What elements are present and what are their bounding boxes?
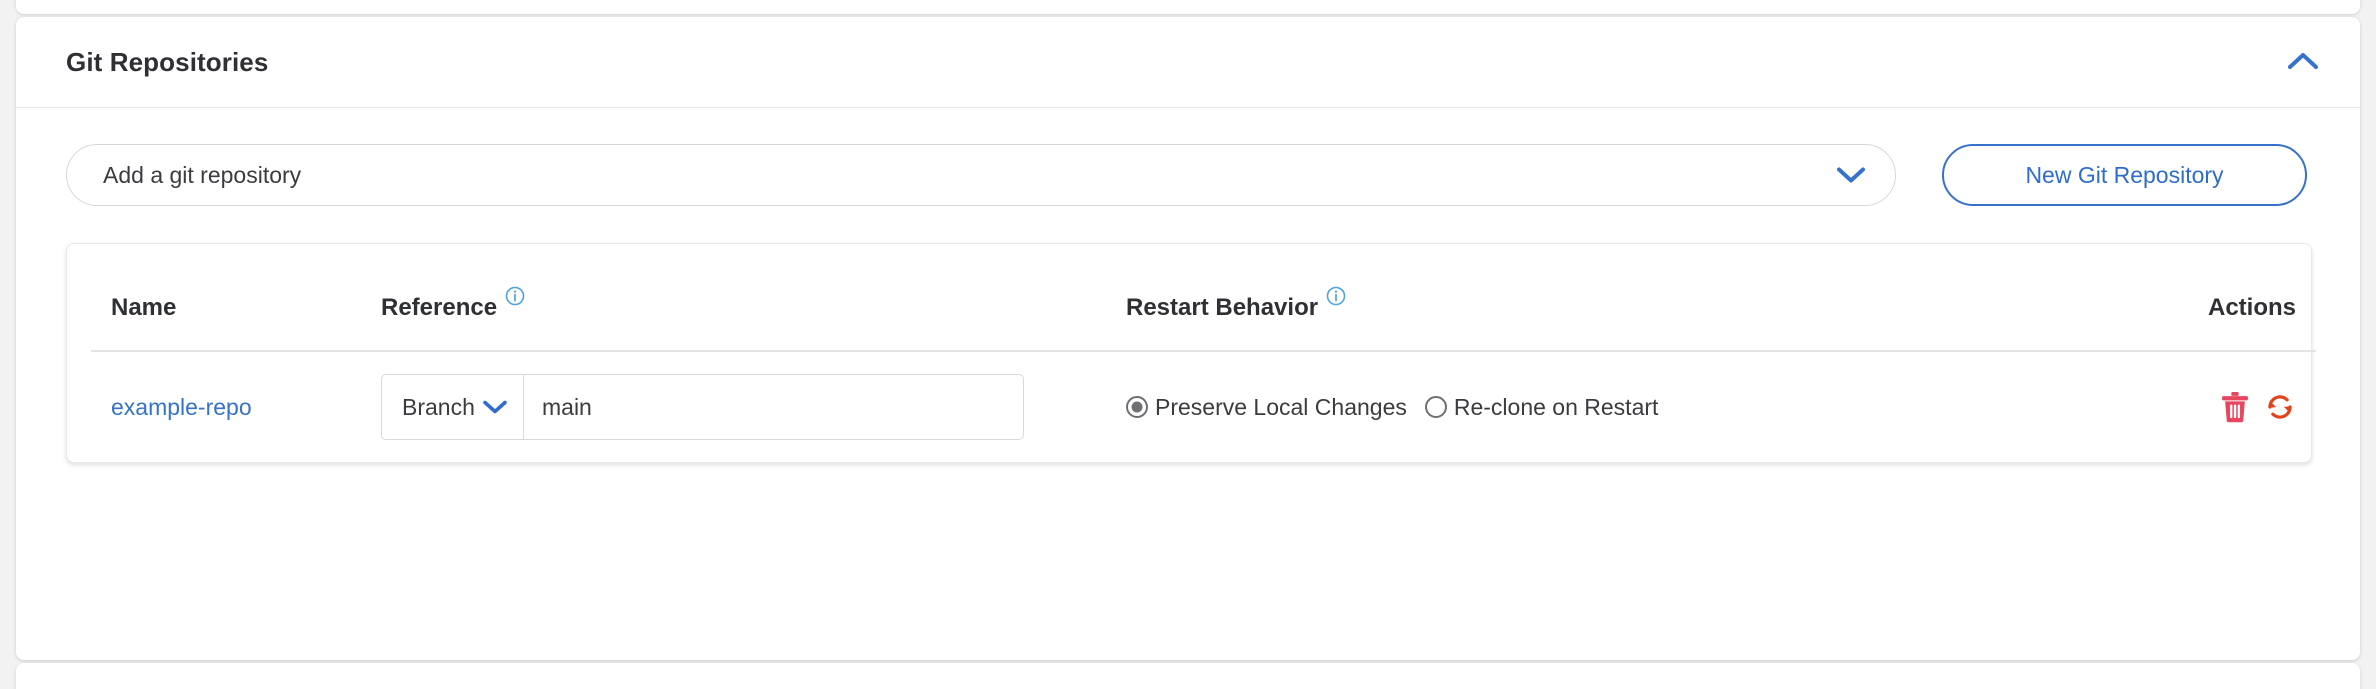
cell-reference: Branch [381,351,1126,462]
page-title: Git Repositories [66,47,268,78]
trash-icon [2220,391,2250,423]
radio-re-clone-on-restart[interactable]: Re-clone on Restart [1425,394,1659,421]
table-header: Name Reference [91,244,2316,351]
add-git-repository-select-value: Add a git repository [103,162,301,189]
restart-behavior-radio-group: Preserve Local Changes Re-clone on Resta… [1126,394,2026,421]
column-header-reference-label: Reference [381,294,497,322]
previous-section-card [16,0,2360,14]
row-actions [2026,391,2296,423]
chevron-up-icon [2288,52,2318,73]
table-row: example-repo Branch [91,351,2316,462]
toolbar: Add a git repository New Git Repository [66,144,2310,206]
panel-header: Git Repositories [16,17,2360,108]
new-git-repository-button[interactable]: New Git Repository [1942,144,2307,206]
radio-preserve-local-changes[interactable]: Preserve Local Changes [1126,394,1407,421]
reference-value-input[interactable] [524,374,1024,440]
column-header-name: Name [91,244,381,351]
chevron-down-icon [483,400,507,415]
git-repositories-page: Git Repositories Add a git repository [0,0,2376,689]
column-header-restart-behavior-label: Restart Behavior [1126,294,1318,322]
column-header-reference: Reference [381,244,1126,351]
column-header-name-label: Name [111,294,176,321]
radio-re-clone-on-restart-label: Re-clone on Restart [1454,394,1659,421]
column-header-restart-behavior: Restart Behavior [1126,244,2026,351]
collapse-panel-button[interactable] [2280,39,2326,85]
reference-type-value: Branch [402,394,475,421]
radio-mark-icon [1425,396,1447,418]
git-repositories-table-card: Name Reference [66,243,2312,463]
git-repositories-table: Name Reference [91,244,2316,462]
info-circle-icon[interactable] [505,286,525,306]
repository-name-link[interactable]: example-repo [111,394,252,420]
radio-mark-icon [1126,396,1148,418]
cell-restart-behavior: Preserve Local Changes Re-clone on Resta… [1126,351,2026,462]
panel-body: Add a git repository New Git Repository [16,108,2360,463]
column-header-actions: Actions [2026,244,2316,351]
info-circle-icon[interactable] [1326,286,1346,306]
reference-type-select[interactable]: Branch [381,374,524,440]
add-git-repository-select[interactable]: Add a git repository [66,144,1896,206]
reference-input-group: Branch [381,374,1126,440]
delete-repository-button[interactable] [2220,391,2250,423]
column-header-actions-label: Actions [2208,294,2296,321]
table-header-row: Name Reference [91,244,2316,351]
radio-preserve-local-changes-label: Preserve Local Changes [1155,394,1407,421]
next-section-card [16,663,2360,689]
chevron-down-icon [1837,167,1865,184]
table-body: example-repo Branch [91,351,2316,462]
cell-name: example-repo [91,351,381,462]
git-repositories-panel: Git Repositories Add a git repository [16,17,2360,660]
sync-repository-button[interactable] [2264,391,2296,423]
refresh-sync-icon [2264,391,2296,423]
cell-actions [2026,351,2316,462]
